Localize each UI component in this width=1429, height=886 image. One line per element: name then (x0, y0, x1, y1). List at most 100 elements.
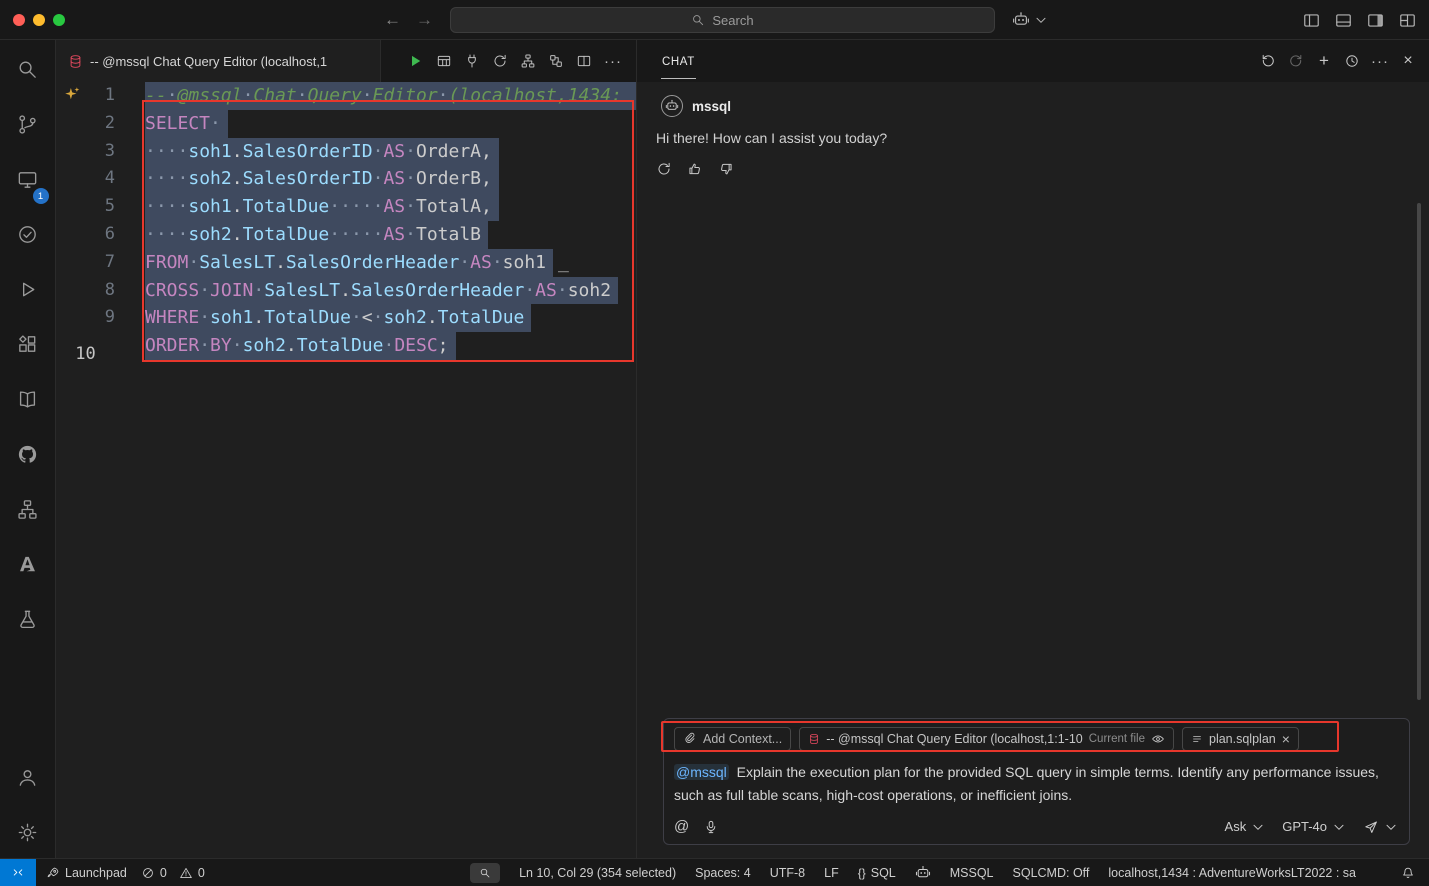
input-right-actions: Ask GPT-4o (1225, 819, 1399, 835)
eye-icon[interactable] (1151, 732, 1165, 746)
new-chat-icon[interactable]: + (1316, 53, 1332, 69)
zoom-status-button[interactable] (470, 863, 500, 883)
chevron-down-icon (1250, 819, 1266, 835)
problems-status[interactable]: 0 0 (141, 866, 205, 880)
code-line[interactable]: 10ORDER·BY·soh2.TotalDue·DESC; (56, 332, 636, 360)
chat-scrollbar[interactable] (1417, 203, 1421, 700)
activity-source-control[interactable] (4, 101, 52, 147)
toggle-panel-icon[interactable] (1334, 11, 1353, 30)
send-button[interactable] (1363, 819, 1399, 835)
activity-azure[interactable] (4, 541, 52, 587)
settings-button[interactable] (4, 809, 52, 855)
activity-extensions[interactable] (4, 321, 52, 367)
cursor-position-status[interactable]: Ln 10, Col 29 (354 selected) (519, 866, 676, 880)
code-line[interactable]: 4····soh2.SalesOrderID·AS·OrderB, (56, 165, 636, 193)
activity-notebooks[interactable] (4, 376, 52, 422)
copilot-menu-button[interactable] (1012, 0, 1049, 40)
activity-badge: 1 (33, 188, 49, 204)
history-navigation: ← → (384, 0, 433, 40)
encoding-status[interactable]: UTF-8 (770, 866, 805, 880)
regenerate-icon[interactable] (656, 161, 672, 177)
language-mode-status[interactable]: {} SQL (858, 866, 896, 880)
cursor: _ (558, 252, 569, 273)
thumbs-down-icon[interactable] (718, 161, 734, 177)
activity-schema-designer[interactable] (4, 486, 52, 532)
search-icon (691, 13, 705, 27)
window-controls (13, 14, 65, 26)
back-icon[interactable]: ← (384, 10, 401, 30)
query-plan-icon[interactable] (548, 53, 564, 69)
copilot-status-icon[interactable] (915, 865, 931, 881)
line-number: 2 (56, 110, 145, 138)
context-chip-current-file[interactable]: -- @mssql Chat Query Editor (localhost,1… (799, 727, 1174, 751)
zoom-window-button[interactable] (53, 14, 65, 26)
chat-more-actions-icon[interactable]: ··· (1372, 53, 1388, 70)
code-text: --·@mssql·Chat·Query·Editor·(localhost,1… (145, 82, 636, 110)
eol-status[interactable]: LF (824, 866, 839, 880)
more-actions-icon[interactable]: ··· (604, 53, 622, 70)
split-editor-icon[interactable] (576, 53, 592, 69)
code-line[interactable]: 3····soh1.SalesOrderID·AS·OrderA, (56, 138, 636, 166)
status-left: Launchpad 0 0 (46, 866, 205, 880)
chat-history-icon[interactable] (1344, 53, 1360, 69)
command-center-search[interactable]: Search (450, 7, 995, 33)
context-chip-sqlplan[interactable]: plan.sqlplan × (1182, 727, 1299, 751)
toggle-secondary-sidebar-icon[interactable] (1366, 11, 1385, 30)
connection-status[interactable]: localhost,1434 : AdventureWorksLT2022 : … (1108, 866, 1356, 880)
run-query-button[interactable] (406, 52, 424, 70)
code-line[interactable]: 5····soh1.TotalDue·····AS·TotalA, (56, 193, 636, 221)
chat-input-text[interactable]: @mssql Explain the execution plan for th… (674, 761, 1399, 807)
activity-search[interactable] (4, 46, 52, 92)
activity-github[interactable] (4, 431, 52, 477)
customize-layout-icon[interactable] (1398, 11, 1417, 30)
copilot-sparkle-icon[interactable] (63, 85, 81, 103)
activity-database-projects[interactable] (4, 596, 52, 642)
code-lines[interactable]: 1--·@mssql·Chat·Query·Editor·(localhost,… (56, 82, 636, 360)
file-list-icon (1191, 733, 1203, 745)
database-icon (68, 54, 83, 69)
code-line[interactable]: 9WHERE·soh1.TotalDue·<·soh2.TotalDue (56, 304, 636, 332)
code-line[interactable]: 7FROM·SalesLT.SalesOrderHeader·AS·soh1_ (56, 249, 636, 277)
toggle-primary-sidebar-icon[interactable] (1302, 11, 1321, 30)
mic-icon[interactable] (703, 819, 719, 835)
code-line[interactable]: 6····soh2.TotalDue·····AS·TotalB (56, 221, 636, 249)
sqlcmd-status[interactable]: SQLCMD: Off (1013, 866, 1090, 880)
title-bar: ← → Search (0, 0, 1429, 40)
remove-chip-icon[interactable]: × (1282, 732, 1290, 746)
add-context-button[interactable]: Add Context... (674, 727, 791, 751)
accounts-button[interactable] (4, 754, 52, 800)
indentation-status[interactable]: Spaces: 4 (695, 866, 751, 880)
mention-context-icon[interactable]: @ (674, 818, 689, 835)
chat-input-widget[interactable]: Add Context... -- @mssql Chat Query Edit… (663, 718, 1410, 845)
context-chip-label: plan.sqlplan (1209, 732, 1276, 746)
undo-request-icon[interactable] (1260, 53, 1276, 69)
mode-picker[interactable]: Ask (1225, 819, 1267, 835)
notifications-bell-icon[interactable] (1401, 866, 1415, 880)
activity-remote-explorer[interactable]: 1 (4, 156, 52, 202)
database-icon (808, 733, 820, 745)
remote-explorer-icon (16, 168, 39, 191)
code-text: SELECT· (145, 110, 228, 138)
results-grid-icon[interactable] (436, 53, 452, 69)
connect-plug-icon[interactable] (464, 53, 480, 69)
code-line[interactable]: 2SELECT· (56, 110, 636, 138)
close-window-button[interactable] (13, 14, 25, 26)
remote-indicator[interactable] (0, 859, 36, 886)
model-picker[interactable]: GPT-4o (1282, 819, 1347, 835)
code-line[interactable]: 1--·@mssql·Chat·Query·Editor·(localhost,… (56, 82, 636, 110)
mssql-status[interactable]: MSSQL (950, 866, 994, 880)
launchpad-status[interactable]: Launchpad (46, 866, 127, 880)
minimize-window-button[interactable] (33, 14, 45, 26)
activity-testing[interactable] (4, 211, 52, 257)
schema-visualize-icon[interactable] (520, 53, 536, 69)
tab-query-editor[interactable]: -- @mssql Chat Query Editor (localhost,1 (56, 40, 381, 82)
activity-run-debug[interactable] (4, 266, 52, 312)
chat-tab[interactable]: CHAT (661, 44, 696, 79)
forward-icon[interactable]: → (416, 10, 433, 30)
redo-request-icon[interactable] (1288, 53, 1304, 69)
code-line[interactable]: 8CROSS·JOIN·SalesLT.SalesOrderHeader·AS·… (56, 277, 636, 305)
close-panel-icon[interactable]: × (1400, 53, 1416, 69)
code-editor[interactable]: 1--·@mssql·Chat·Query·Editor·(localhost,… (56, 82, 636, 858)
estimated-plan-icon[interactable] (492, 53, 508, 69)
thumbs-up-icon[interactable] (687, 161, 703, 177)
